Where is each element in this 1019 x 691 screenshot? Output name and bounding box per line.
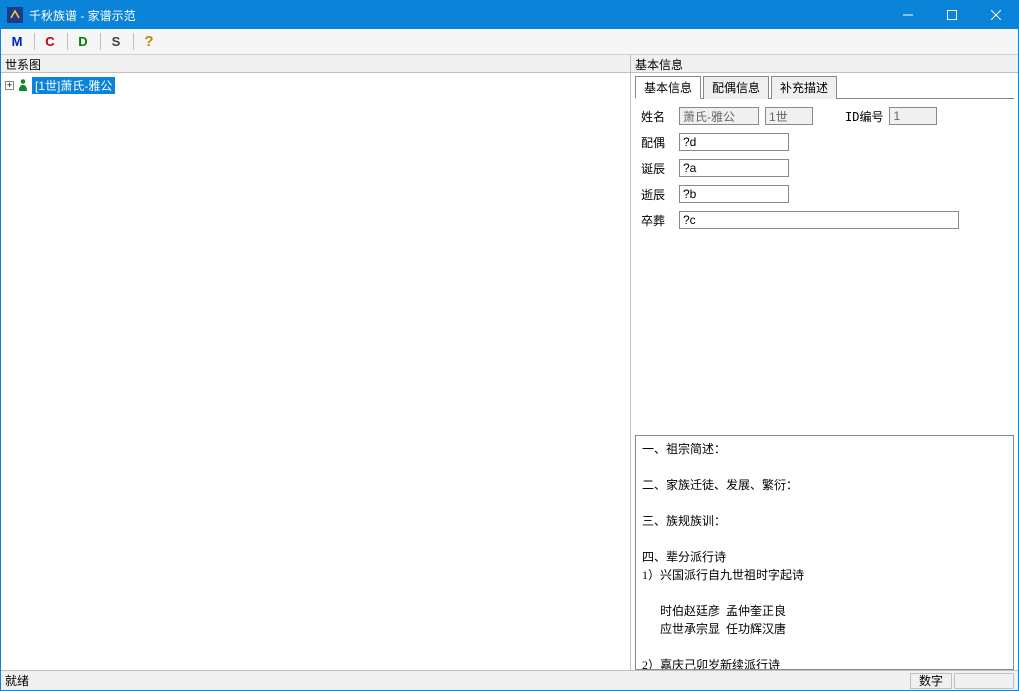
- toolbar-d-button[interactable]: D: [71, 31, 95, 52]
- right-panel: 基本信息 基本信息 配偶信息 补充描述 姓名 ID编号: [631, 55, 1018, 670]
- right-upper: 基本信息 基本信息 配偶信息 补充描述 姓名 ID编号: [631, 55, 1018, 435]
- tab-extra[interactable]: 补充描述: [771, 76, 837, 99]
- toolbar-sep: [34, 33, 35, 50]
- status-mode: 数字: [910, 673, 952, 689]
- titlebar: 千秋族谱 - 家谱示范: [1, 1, 1018, 29]
- toolbar-sep: [67, 33, 68, 50]
- close-button[interactable]: [974, 1, 1018, 29]
- gen-field[interactable]: [765, 107, 813, 125]
- toolbar: M C D S ?: [1, 29, 1018, 55]
- id-label: ID编号: [845, 108, 883, 125]
- row-spouse: 配偶: [641, 133, 1008, 151]
- tree-item[interactable]: + [1世]萧氏-雅公: [5, 77, 626, 93]
- death-label: 逝辰: [641, 186, 673, 203]
- toolbar-sep: [133, 33, 134, 50]
- statusbar: 就绪 数字: [1, 670, 1018, 690]
- maximize-button[interactable]: [930, 1, 974, 29]
- birth-label: 诞辰: [641, 160, 673, 177]
- birth-field[interactable]: [679, 159, 789, 177]
- right-panel-title: 基本信息: [631, 55, 1018, 73]
- toolbar-m-button[interactable]: M: [5, 31, 29, 52]
- burial-field[interactable]: [679, 211, 959, 229]
- burial-label: 卒葬: [641, 212, 673, 229]
- tree-item-label: [1世]萧氏-雅公: [32, 77, 115, 94]
- main-area: 世系图 + [1世]萧氏-雅公 基本信息 基本信息 配偶信息 补充描述: [1, 55, 1018, 670]
- row-burial: 卒葬: [641, 211, 1008, 229]
- tab-basic[interactable]: 基本信息: [635, 76, 701, 99]
- toolbar-s-button[interactable]: S: [104, 31, 128, 52]
- window-title: 千秋族谱 - 家谱示范: [29, 7, 886, 24]
- toolbar-sep: [100, 33, 101, 50]
- form: 姓名 ID编号 配偶 诞辰: [631, 99, 1018, 245]
- spouse-label: 配偶: [641, 134, 673, 151]
- description-panel: [635, 435, 1014, 670]
- person-icon: [17, 78, 29, 92]
- window-controls: [886, 1, 1018, 29]
- death-field[interactable]: [679, 185, 789, 203]
- row-birth: 诞辰: [641, 159, 1008, 177]
- minimize-button[interactable]: [886, 1, 930, 29]
- row-name: 姓名 ID编号: [641, 107, 1008, 125]
- row-death: 逝辰: [641, 185, 1008, 203]
- app-window: 千秋族谱 - 家谱示范 M C D S ? 世系图: [0, 0, 1019, 691]
- name-field[interactable]: [679, 107, 759, 125]
- toolbar-help-button[interactable]: ?: [137, 31, 161, 52]
- status-ready: 就绪: [5, 672, 29, 689]
- description-text[interactable]: [635, 436, 1014, 670]
- tab-spouse[interactable]: 配偶信息: [703, 76, 769, 99]
- tree-view[interactable]: + [1世]萧氏-雅公: [1, 73, 630, 670]
- app-icon: [7, 7, 23, 23]
- id-field[interactable]: [889, 107, 937, 125]
- left-panel: 世系图 + [1世]萧氏-雅公: [1, 55, 631, 670]
- name-label: 姓名: [641, 108, 673, 125]
- toolbar-c-button[interactable]: C: [38, 31, 62, 52]
- tabs: 基本信息 配偶信息 补充描述: [635, 75, 1014, 99]
- status-empty: [954, 673, 1014, 689]
- spouse-field[interactable]: [679, 133, 789, 151]
- left-panel-title: 世系图: [1, 55, 630, 73]
- expand-icon[interactable]: +: [5, 81, 14, 90]
